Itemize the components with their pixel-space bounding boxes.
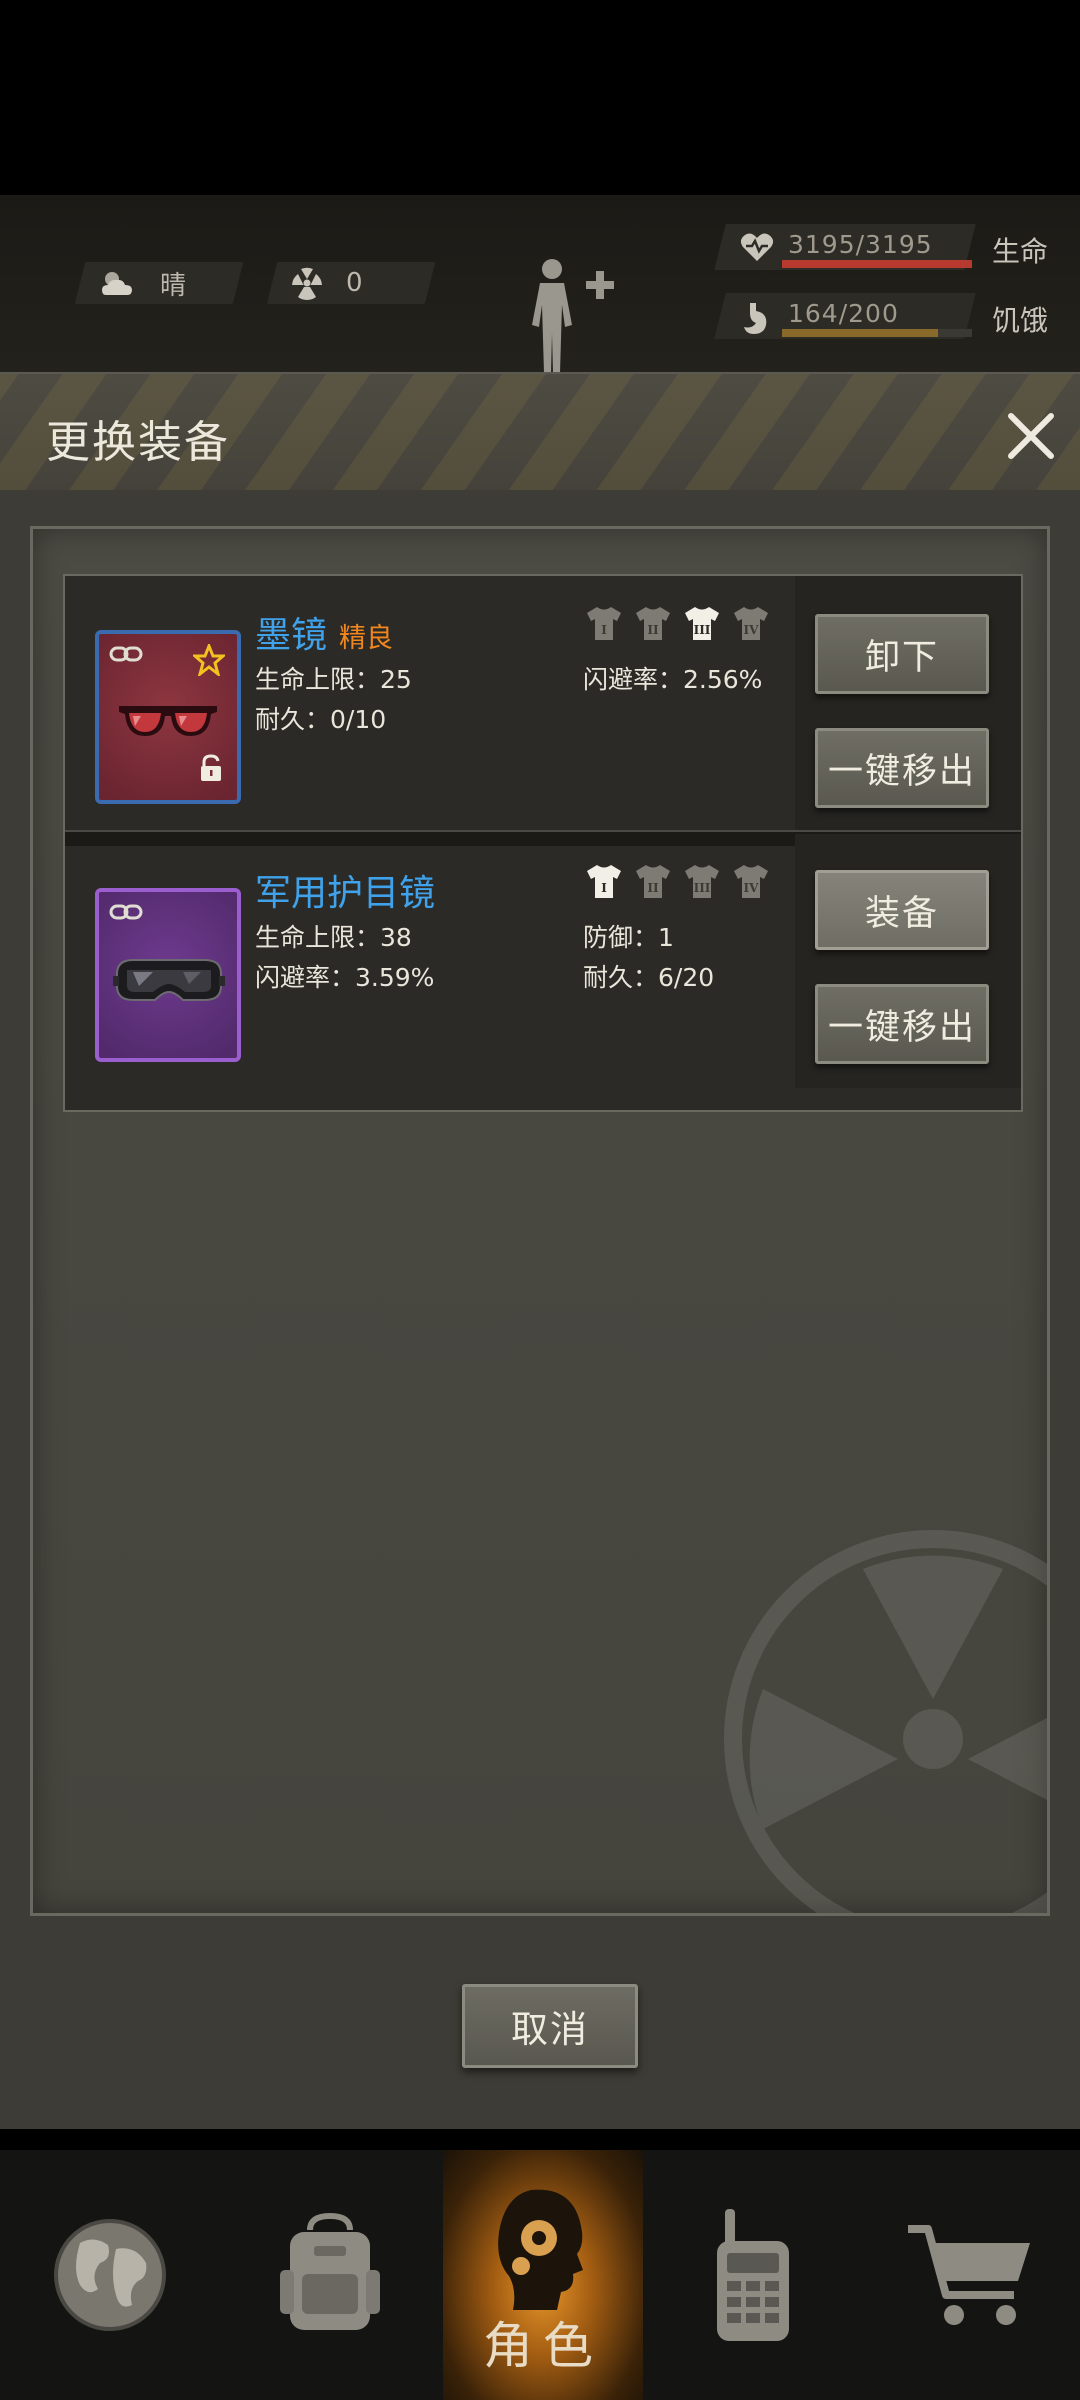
remove-all-button[interactable]: 一键移出 bbox=[815, 728, 989, 808]
item-attr: 防御：1 bbox=[583, 923, 674, 952]
remove-all-button[interactable]: 一键移出 bbox=[815, 984, 989, 1064]
cloud-sun-icon bbox=[98, 267, 138, 299]
shirt-slot-mark: IV bbox=[744, 623, 760, 637]
bottom-navigation: 角色 bbox=[0, 2150, 1080, 2400]
equipment-list: 墨镜 精良 生命上限：25 耐久：0/10 闪避率：2.56% I II III IV … bbox=[63, 574, 1023, 1112]
list-item[interactable]: 军用护目镜 生命上限：38 闪避率：3.59% 防御：1 耐久：6/20 I II… bbox=[65, 834, 1021, 1088]
hunger-label: 饥饿 bbox=[992, 304, 1049, 337]
link-icon bbox=[109, 644, 143, 668]
link-icon bbox=[109, 902, 143, 926]
item-name: 军用护目镜 bbox=[255, 873, 436, 914]
cart-icon bbox=[907, 2225, 1030, 2325]
cancel-button[interactable]: 取消 bbox=[462, 1984, 638, 2068]
stomach-icon bbox=[740, 301, 770, 339]
lock-icon[interactable] bbox=[199, 754, 223, 786]
item-actions: 卸下 一键移出 bbox=[795, 576, 1021, 830]
item-attr: 闪避率：2.56% bbox=[583, 665, 763, 694]
weather-label: 晴 bbox=[160, 270, 187, 301]
tab-shop[interactable] bbox=[863, 2150, 1080, 2400]
radiation-chip[interactable]: 0 bbox=[266, 262, 436, 304]
shirt-slot-mark: III bbox=[694, 623, 711, 637]
shirt-slot-mark: IV bbox=[744, 881, 760, 895]
shirt-slot-mark: I bbox=[601, 623, 607, 637]
health-stat: 3195/3195 生命 bbox=[714, 224, 1080, 274]
sunglasses-icon bbox=[119, 706, 217, 736]
body-status-figure[interactable] bbox=[518, 255, 628, 379]
item-slot[interactable] bbox=[95, 630, 241, 804]
item-attr: 生命上限：25 bbox=[255, 665, 412, 694]
health-bar bbox=[782, 260, 972, 268]
shirt-slot-icon: III bbox=[685, 865, 719, 898]
close-button[interactable] bbox=[1003, 408, 1059, 464]
item-quality-badge: 精良 bbox=[339, 623, 394, 654]
equip-button[interactable]: 装备 bbox=[815, 870, 989, 950]
slot-indicators: I II III IV bbox=[585, 862, 770, 900]
hunger-stat: 164/200 饥饿 bbox=[714, 293, 1080, 343]
shirt-slot-mark: III bbox=[694, 881, 711, 895]
item-attr: 闪避率：3.59% bbox=[255, 963, 435, 992]
favorite-star-icon[interactable] bbox=[191, 641, 227, 680]
tab-character-label: 角色 bbox=[483, 2317, 603, 2375]
shirt-slot-icon: II bbox=[636, 607, 670, 640]
tab-backpack[interactable] bbox=[220, 2150, 440, 2400]
radiation-value: 0 bbox=[346, 268, 363, 298]
weather-chip[interactable]: 晴 bbox=[74, 262, 244, 304]
dialog-header: 更换装备 bbox=[0, 374, 1080, 490]
shirt-slot-icon: I bbox=[587, 865, 621, 898]
radio-icon bbox=[717, 2209, 789, 2341]
list-item[interactable]: 墨镜 精良 生命上限：25 耐久：0/10 闪避率：2.56% I II III IV … bbox=[65, 576, 1021, 830]
shirt-slot-icon: IV bbox=[734, 607, 768, 640]
tab-radio[interactable] bbox=[643, 2150, 863, 2400]
item-name: 墨镜 精良 bbox=[255, 615, 394, 656]
shirt-slot-mark: I bbox=[601, 881, 607, 895]
change-equipment-dialog: 更换装备 墨镜 精良 生命上限：25 耐久：0/10 闪避率：2.56% I I… bbox=[0, 372, 1080, 2129]
shirt-slot-mark: II bbox=[647, 881, 659, 895]
item-actions: 装备 一键移出 bbox=[795, 834, 1021, 1088]
unequip-button[interactable]: 卸下 bbox=[815, 614, 989, 694]
radiation-watermark-icon bbox=[724, 1530, 1047, 1913]
equipment-panel: 墨镜 精良 生命上限：25 耐久：0/10 闪避率：2.56% I II III IV … bbox=[30, 526, 1050, 1916]
item-attr: 耐久：6/20 bbox=[583, 963, 715, 992]
shirt-slot-icon: III bbox=[685, 607, 719, 640]
globe-icon bbox=[54, 2219, 166, 2331]
tab-world[interactable] bbox=[0, 2150, 220, 2400]
dialog-title: 更换装备 bbox=[46, 417, 230, 468]
item-attr: 生命上限：38 bbox=[255, 923, 412, 952]
radiation-icon bbox=[290, 266, 324, 300]
shirt-slot-icon: I bbox=[587, 607, 621, 640]
slot-indicators: I II III IV bbox=[585, 604, 770, 642]
hunger-value: 164/200 bbox=[788, 299, 899, 328]
heart-icon bbox=[740, 232, 774, 266]
shirt-slot-mark: II bbox=[647, 623, 659, 637]
health-label: 生命 bbox=[992, 235, 1049, 268]
goggles-icon bbox=[113, 959, 225, 1001]
tab-character[interactable]: 角色 bbox=[443, 2150, 643, 2400]
item-attr: 耐久：0/10 bbox=[255, 705, 387, 734]
backpack-icon bbox=[280, 2212, 380, 2330]
shirt-slot-icon: IV bbox=[734, 865, 768, 898]
close-icon bbox=[1008, 413, 1054, 459]
hunger-bar bbox=[782, 329, 938, 337]
item-slot[interactable] bbox=[95, 888, 241, 1062]
health-value: 3195/3195 bbox=[788, 230, 933, 259]
shirt-slot-icon: II bbox=[636, 865, 670, 898]
